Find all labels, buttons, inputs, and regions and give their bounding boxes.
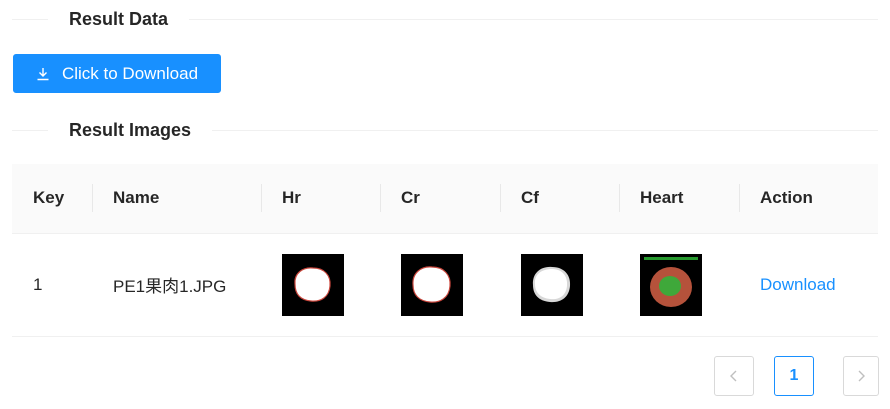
column-header-hr: Hr <box>261 164 380 234</box>
column-header-heart: Heart <box>619 164 739 234</box>
cell-key: 1 <box>12 233 92 337</box>
chevron-left-icon <box>730 370 737 382</box>
divider-line <box>12 129 48 131</box>
result-images-table: Key Name Hr Cr Cf Heart Action 1 PE1果肉1.… <box>12 164 878 337</box>
column-header-name: Name <box>92 164 261 234</box>
result-images-title: Result Images <box>69 119 192 140</box>
column-header-cf: Cf <box>500 164 619 234</box>
divider-line <box>12 18 48 20</box>
hr-result-image[interactable] <box>282 253 344 316</box>
column-header-action: Action <box>739 164 878 234</box>
pagination-prev-button[interactable] <box>714 356 754 396</box>
pagination-page-1[interactable]: 1 <box>774 356 814 396</box>
heart-result-image[interactable] <box>640 253 702 316</box>
column-header-key: Key <box>12 164 92 234</box>
cr-result-image[interactable] <box>401 253 463 316</box>
download-icon <box>37 67 49 80</box>
cell-name: PE1果肉1.JPG <box>92 233 261 337</box>
divider-line <box>189 18 878 20</box>
pagination-next-button[interactable] <box>843 356 879 396</box>
result-data-title: Result Data <box>69 8 169 29</box>
divider-line <box>212 129 878 131</box>
download-button-label: Click to Download <box>61 63 199 83</box>
download-link[interactable]: Download <box>760 275 836 294</box>
table-header-row: Key Name Hr Cr Cf Heart Action <box>12 164 878 234</box>
table-row: 1 PE1果肉1.JPG Download <box>12 233 878 337</box>
column-header-cr: Cr <box>380 164 500 234</box>
result-images-divider: Result Images <box>12 118 878 142</box>
result-data-divider: Result Data <box>12 7 878 31</box>
click-to-download-button[interactable]: Click to Download <box>13 54 221 93</box>
cf-result-image[interactable] <box>521 253 583 316</box>
chevron-right-icon <box>858 370 865 382</box>
